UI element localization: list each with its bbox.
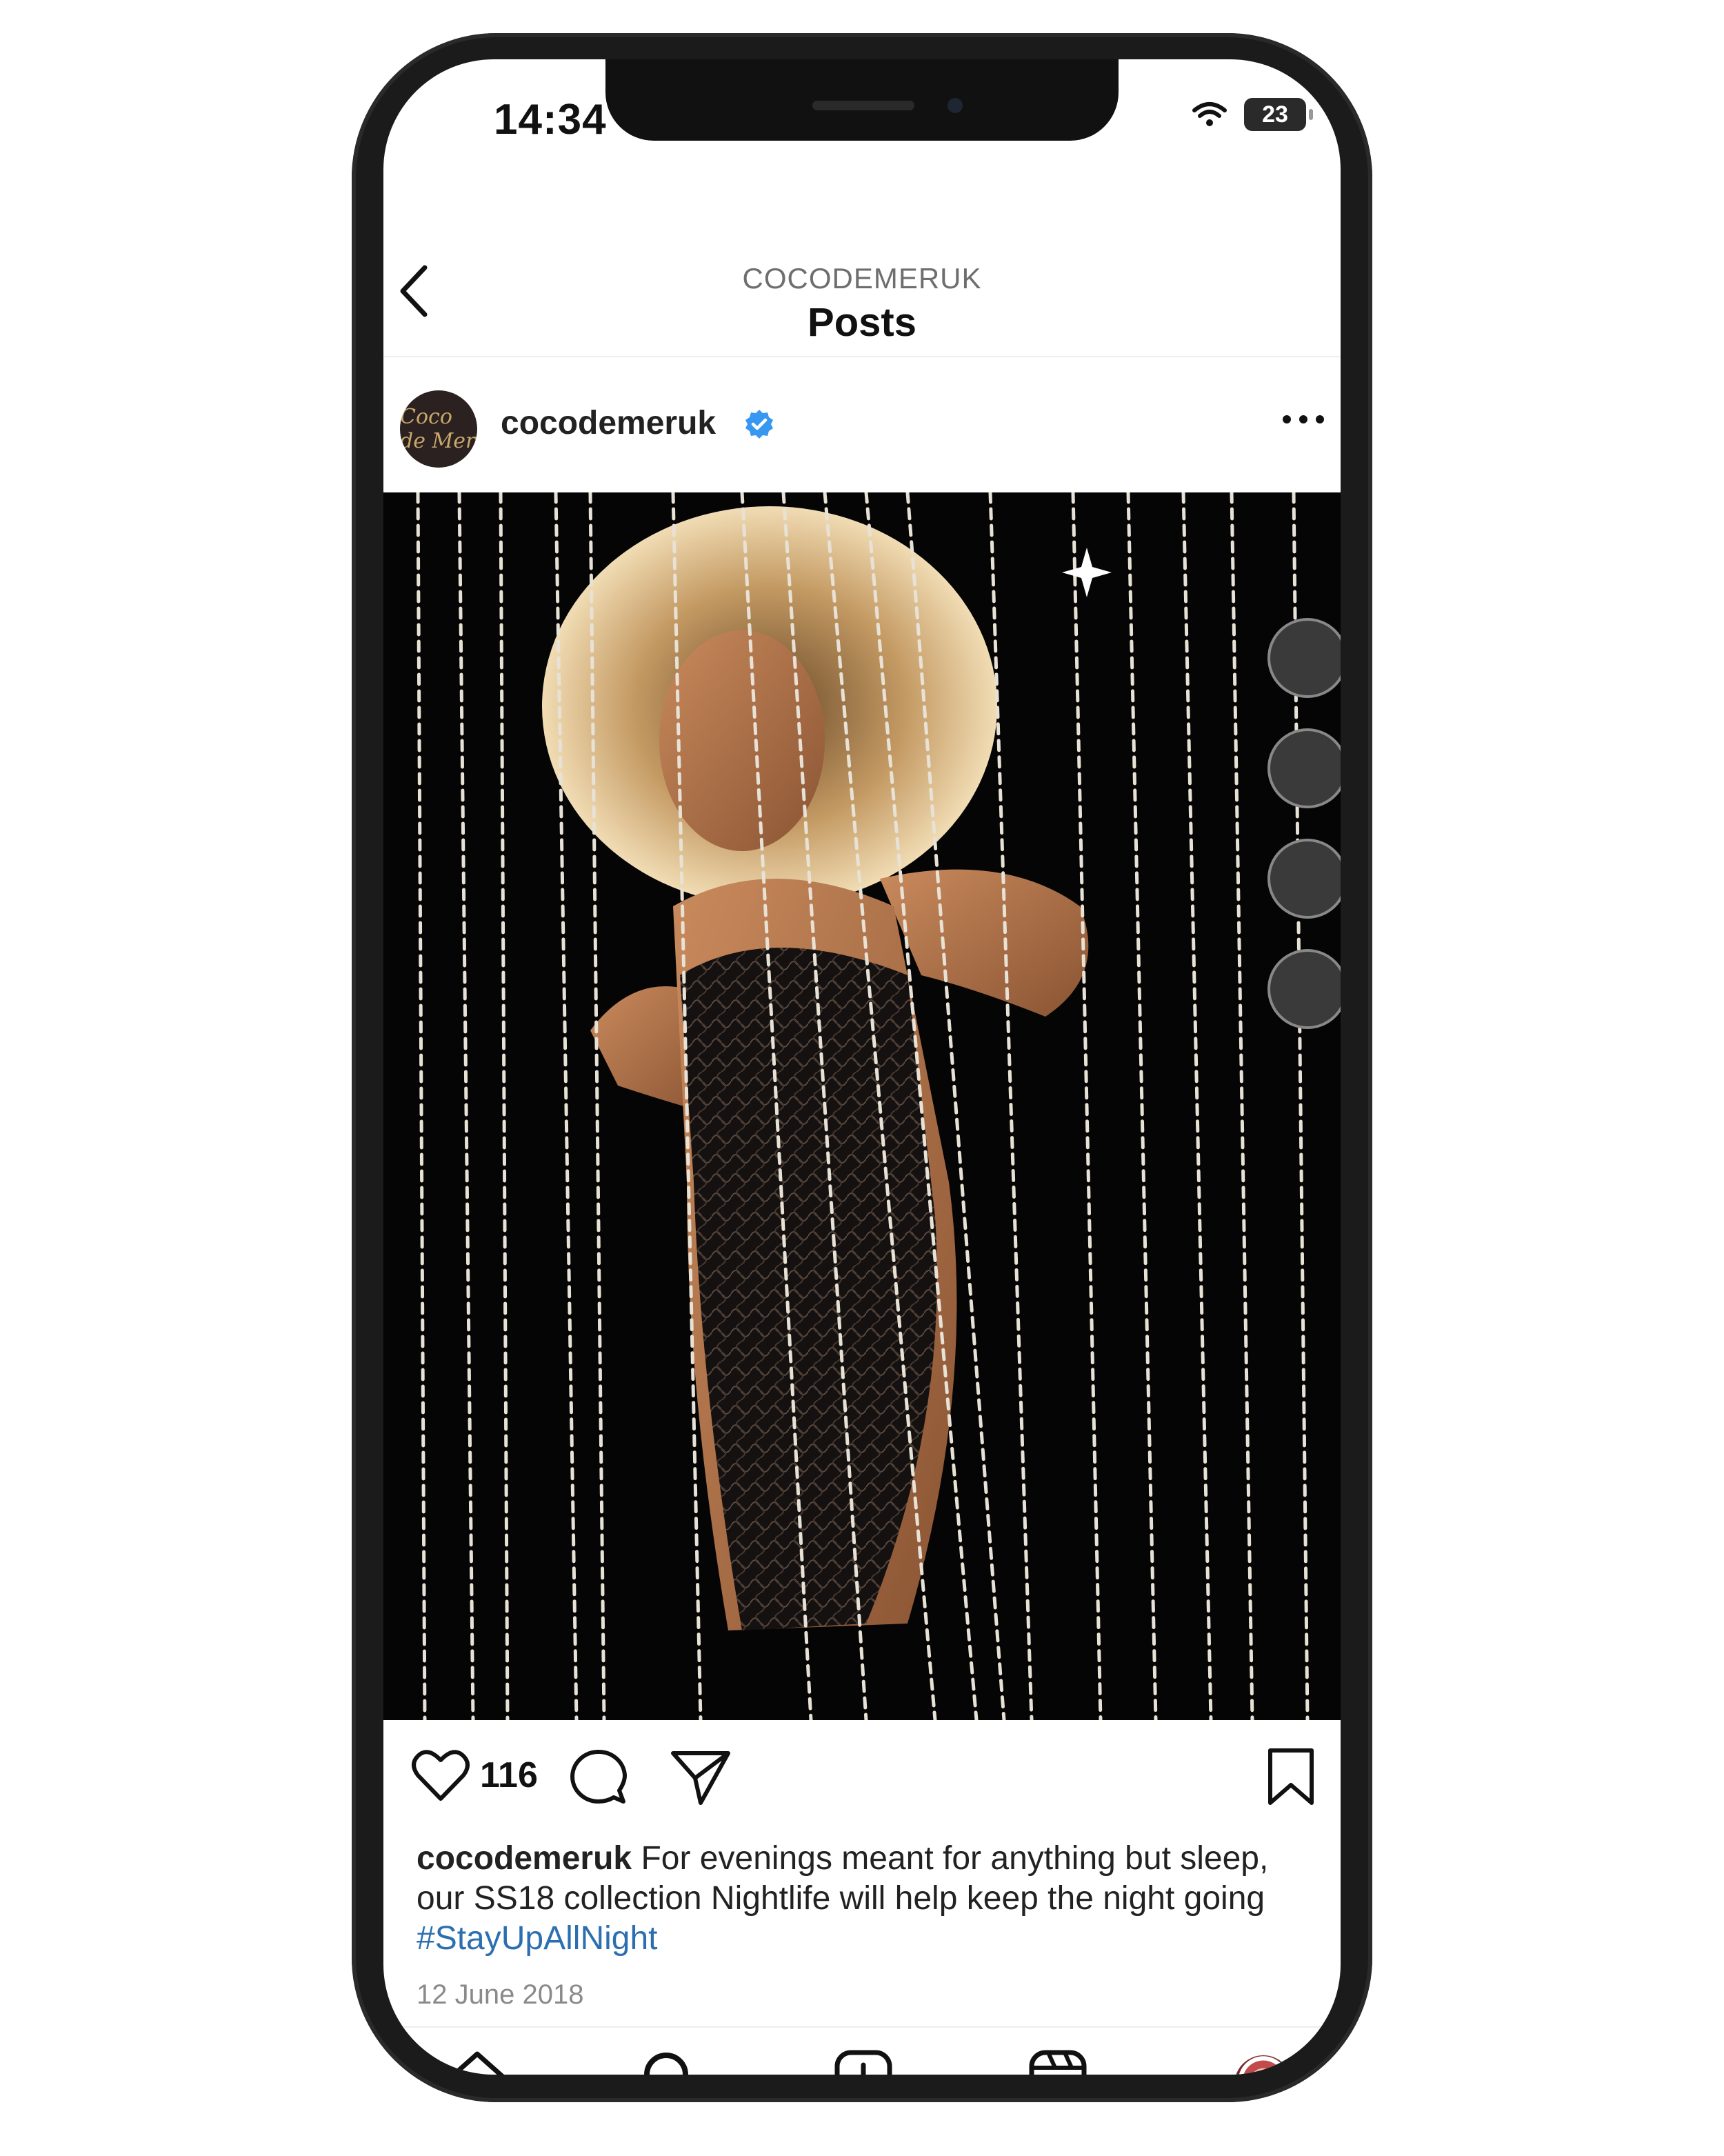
avatar-logo: Coco de Mer [400,405,476,453]
post-username[interactable]: cocodemeruk [501,404,716,442]
post-actions: 116 [383,1720,1341,1837]
posts-header: COCODEMERUK Posts [383,197,1341,357]
speaker [812,101,914,110]
page-title: Posts [808,300,916,345]
app-screen: 14:34 23 COCODEMERUK Posts Coco de Mer c… [383,59,1341,2075]
home-icon[interactable] [447,2048,508,2075]
search-icon[interactable] [640,2048,701,2075]
avatar[interactable]: Coco de Mer [400,390,477,468]
wifi-icon [1192,102,1227,126]
bookmark-icon[interactable] [1266,1748,1316,1806]
post-header: Coco de Mer cocodemeruk [383,357,1341,492]
camera [948,98,963,113]
share-icon[interactable] [670,1748,731,1806]
status-time: 14:34 [494,96,607,143]
new-post-icon[interactable] [833,2048,894,2075]
comment-icon[interactable] [570,1748,628,1806]
verified-badge-icon [745,410,773,439]
battery-indicator: 23 [1244,98,1313,131]
bottom-tab-bar [383,2032,1341,2075]
post-date: 12 June 2018 [417,1979,584,2010]
header-account-name: COCODEMERUK [742,262,982,295]
notch [605,59,1119,141]
post-caption: cocodemeruk For evenings meant for anyth… [417,1839,1299,1959]
more-options-icon[interactable] [1281,412,1325,426]
caption-username[interactable]: cocodemeruk [417,1840,632,1877]
heart-icon[interactable] [411,1748,470,1803]
post-image[interactable] [383,492,1341,1720]
caption-hashtag[interactable]: #StayUpAllNight [417,1920,658,1957]
like-count[interactable]: 116 [480,1755,538,1796]
reels-icon[interactable] [1028,2048,1088,2075]
profile-avatar[interactable] [1234,2055,1292,2075]
post-photo-illustration [383,492,1341,1720]
status-icons: 23 [1192,98,1313,131]
tabbar-divider [383,2026,1341,2028]
